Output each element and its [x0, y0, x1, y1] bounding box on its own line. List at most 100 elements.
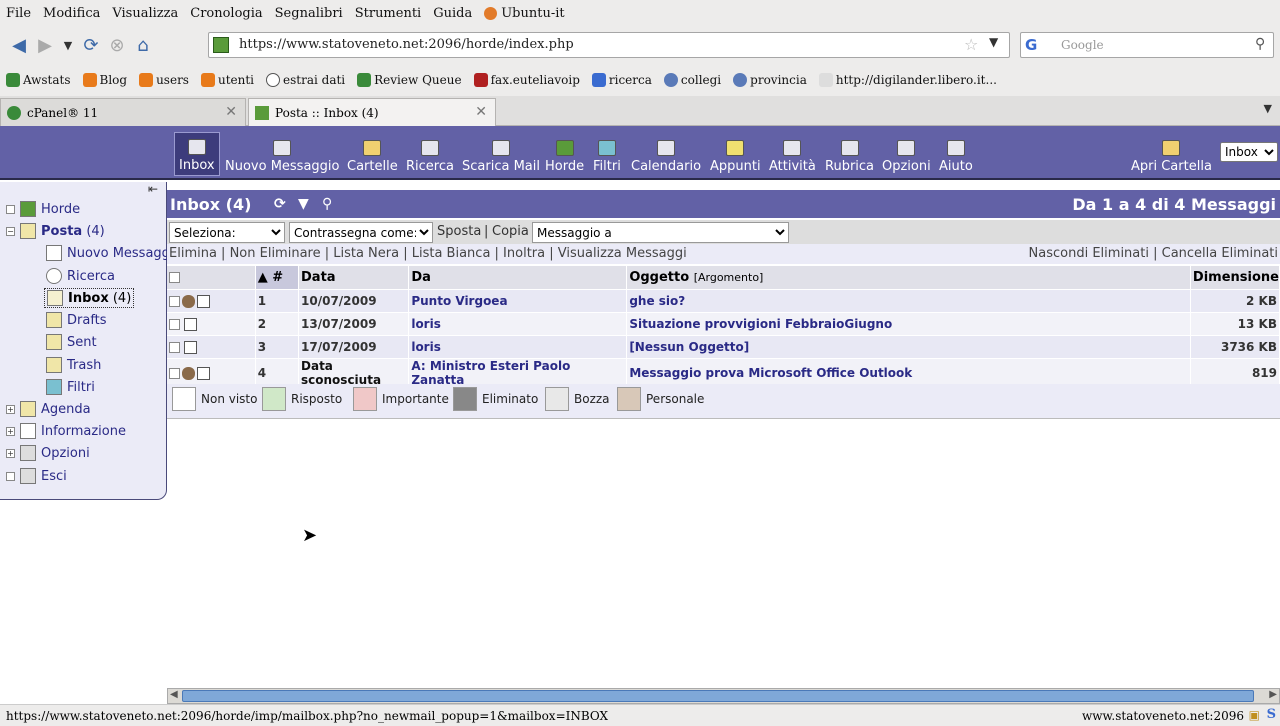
scroll-right-icon[interactable]: ▶: [1269, 689, 1277, 700]
tree-esci[interactable]: Esci: [6, 468, 67, 484]
menu-scarica-mail[interactable]: Scarica Mail: [458, 132, 544, 176]
tree-posta[interactable]: − Posta (4): [6, 223, 105, 239]
select-all-checkbox[interactable]: [169, 271, 180, 283]
menu-apri-cartella[interactable]: Apri Cartella: [1127, 132, 1216, 176]
tree-filtri[interactable]: Filtri: [46, 379, 95, 395]
filter-icon[interactable]: ▼: [298, 196, 314, 212]
tree-nuovo-messaggio[interactable]: Nuovo Messaggio: [46, 245, 167, 261]
move-button[interactable]: Sposta: [437, 224, 481, 239]
url-dropdown-icon[interactable]: ▼: [989, 35, 998, 49]
bookmark-digilander[interactable]: http://digilander.libero.it...: [818, 73, 997, 87]
bookmark-star-icon[interactable]: ☆: [964, 35, 978, 54]
stop-icon[interactable]: ⊗: [104, 32, 130, 58]
search-bar[interactable]: G Google ⚲: [1020, 32, 1274, 58]
menu-appunti[interactable]: Appunti: [706, 132, 765, 176]
column-thread-link[interactable]: [Argomento]: [694, 271, 764, 284]
row-checkbox[interactable]: [169, 341, 180, 353]
select-dropdown[interactable]: Seleziona:: [169, 222, 285, 243]
google-icon[interactable]: G: [1025, 36, 1041, 54]
flag-dropdown[interactable]: Contrassegna come:: [289, 222, 433, 243]
tree-horde[interactable]: Horde: [6, 201, 80, 217]
table-row[interactable]: 3 17/07/2009 loris [Nessun Oggetto] 3736…: [167, 334, 1280, 358]
reload-icon[interactable]: ⟳: [78, 32, 104, 58]
row-from[interactable]: Punto Virgoea: [408, 288, 628, 312]
bookmark-ricerca[interactable]: ricerca: [591, 73, 652, 87]
tree-sent[interactable]: Sent: [46, 334, 97, 350]
scroll-left-icon[interactable]: ◀: [170, 689, 178, 700]
column-size[interactable]: Dimensione: [1190, 266, 1280, 289]
search-icon[interactable]: ⚲: [322, 196, 338, 212]
menu-inbox[interactable]: Inbox: [174, 132, 220, 176]
deleted-action-links[interactable]: Nascondi Eliminati | Cancella Eliminati: [1029, 246, 1278, 261]
menu-horde[interactable]: Horde: [541, 132, 588, 176]
column-from[interactable]: Da: [408, 266, 628, 289]
menu-ricerca[interactable]: Ricerca: [402, 132, 458, 176]
lock-icon[interactable]: ▣: [1249, 708, 1260, 722]
message-action-links[interactable]: Elimina | Non Eliminare | Lista Nera | L…: [169, 246, 687, 261]
table-row[interactable]: 2 13/07/2009 loris Situazione provvigion…: [167, 311, 1280, 335]
bookmark-awstats[interactable]: Awstats: [6, 73, 71, 87]
row-from[interactable]: A: Ministro Esteri Paolo Zanatta: [408, 357, 628, 387]
menu-visualizza[interactable]: Visualizza: [112, 6, 178, 21]
menu-ubuntu[interactable]: Ubuntu-it: [484, 6, 565, 21]
addon-icon[interactable]: S: [1267, 707, 1276, 722]
menu-nuovo-messaggio[interactable]: Nuovo Messaggio: [221, 132, 344, 176]
row-subject[interactable]: Messaggio prova Microsoft Office Outlook: [626, 357, 1191, 387]
bookmark-utenti[interactable]: utenti: [200, 73, 254, 87]
close-tab-icon[interactable]: ✕: [475, 104, 487, 120]
menu-guida[interactable]: Guida: [433, 6, 472, 21]
tree-agenda[interactable]: + Agenda: [6, 401, 91, 417]
horizontal-scrollbar[interactable]: ◀ ▶: [167, 688, 1280, 704]
tab-cpanel[interactable]: cPanel® 11 ✕: [0, 98, 246, 126]
row-subject[interactable]: Situazione provvigioni FebbraioGiugno: [626, 311, 1191, 335]
tree-trash[interactable]: Trash: [46, 357, 101, 373]
menu-aiuto[interactable]: Aiuto: [935, 132, 977, 176]
menu-opzioni[interactable]: Opzioni: [878, 132, 935, 176]
menu-cronologia[interactable]: Cronologia: [190, 6, 262, 21]
url-bar[interactable]: https://www.statoveneto.net:2096/horde/i…: [208, 32, 1010, 58]
bookmark-users[interactable]: users: [139, 73, 189, 87]
forward-arrow-icon[interactable]: ▶: [32, 32, 58, 58]
row-subject[interactable]: [Nessun Oggetto]: [626, 334, 1191, 358]
menu-rubrica[interactable]: Rubrica: [821, 132, 878, 176]
back-arrow-icon[interactable]: ◀: [6, 32, 32, 58]
copy-button[interactable]: Copia: [492, 224, 529, 239]
column-subject[interactable]: Oggetto [Argomento]: [626, 266, 1191, 289]
tree-opzioni[interactable]: + Opzioni: [6, 445, 90, 461]
tree-informazione[interactable]: + Informazione: [6, 423, 126, 439]
tree-ricerca[interactable]: Ricerca: [46, 268, 115, 284]
menu-attivita[interactable]: Attività: [765, 132, 820, 176]
bookmark-fax[interactable]: fax.euteliavoip: [473, 73, 580, 87]
tree-drafts[interactable]: Drafts: [46, 312, 107, 328]
menu-filtri[interactable]: Filtri: [589, 132, 625, 176]
bookmark-estrai-dati[interactable]: estrai dati: [266, 73, 345, 87]
table-row[interactable]: 1 10/07/2009 Punto Virgoea ghe sio? 2 KB: [167, 288, 1280, 312]
column-num[interactable]: ▲ #: [255, 266, 300, 289]
row-checkbox[interactable]: [169, 295, 180, 307]
bookmark-collegi[interactable]: collegi: [663, 73, 721, 87]
bookmark-provincia[interactable]: provincia: [733, 73, 807, 87]
row-subject[interactable]: ghe sio?: [626, 288, 1191, 312]
target-folder-dropdown[interactable]: Messaggio a: [532, 222, 789, 243]
search-icon[interactable]: ⚲: [1255, 36, 1265, 52]
scroll-thumb[interactable]: [182, 690, 1254, 702]
menu-modifica[interactable]: Modifica: [43, 6, 100, 21]
row-checkbox[interactable]: [169, 318, 180, 330]
row-checkbox[interactable]: [169, 367, 180, 379]
row-from[interactable]: loris: [408, 311, 628, 335]
tree-inbox[interactable]: Inbox (4): [44, 288, 135, 308]
menu-cartelle[interactable]: Cartelle: [343, 132, 402, 176]
bookmark-review-queue[interactable]: Review Queue: [357, 73, 462, 87]
collapse-sidebar-icon[interactable]: ⇤: [148, 182, 158, 196]
bookmark-blog[interactable]: Blog: [82, 73, 127, 87]
table-row[interactable]: 4 Data sconosciuta A: Ministro Esteri Pa…: [167, 357, 1280, 387]
menu-strumenti[interactable]: Strumenti: [355, 6, 422, 21]
close-tab-icon[interactable]: ✕: [225, 104, 237, 120]
menu-segnalibri[interactable]: Segnalibri: [275, 6, 343, 21]
tab-list-icon[interactable]: ▼: [1264, 102, 1272, 115]
menu-calendario[interactable]: Calendario: [627, 132, 705, 176]
tab-posta[interactable]: Posta :: Inbox (4) ✕: [248, 98, 496, 126]
history-dropdown-icon[interactable]: ▼: [58, 32, 78, 58]
menu-file[interactable]: File: [6, 6, 31, 21]
refresh-icon[interactable]: ⟳: [274, 196, 290, 212]
